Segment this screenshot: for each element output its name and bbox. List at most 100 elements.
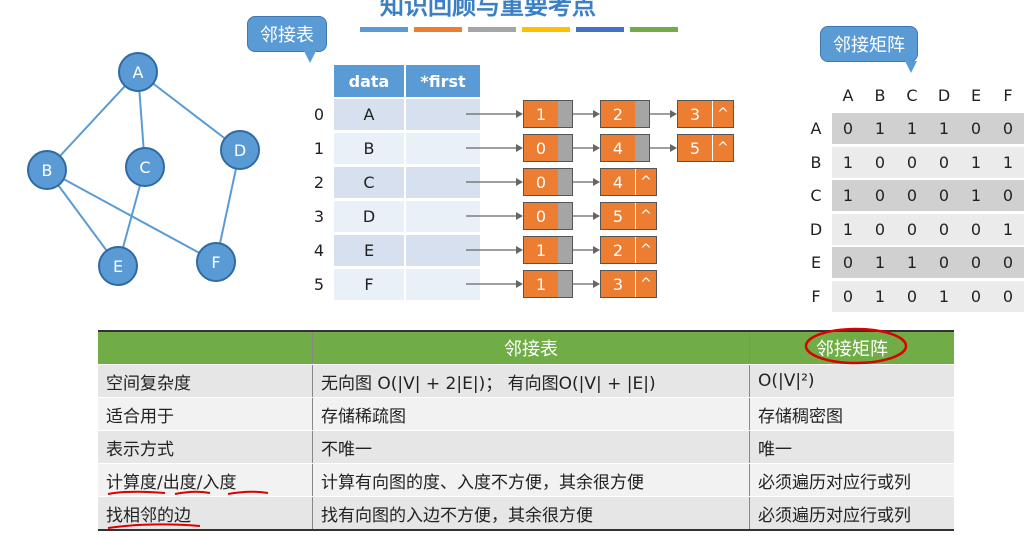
vertex-data-cell: A <box>334 99 404 130</box>
table-cell: 必须遍历对应行或列 <box>749 463 954 497</box>
matrix-cell: 1 <box>864 113 897 144</box>
edge-node-vertex: 3 <box>678 101 712 127</box>
arrow-head <box>670 110 677 118</box>
matrix-cell: 1 <box>928 280 961 312</box>
edge-node: 0 <box>523 168 573 196</box>
matrix-cell: 0 <box>864 213 897 245</box>
edge-node-vertex: 2 <box>601 101 635 127</box>
matrix-cell: 1 <box>928 113 961 144</box>
header-cell: 邻接矩阵 <box>749 331 954 365</box>
matrix-cell: 0 <box>960 280 993 312</box>
row-label: 表示方式 <box>98 430 313 464</box>
table-cell: 计算有向图的度、入度不方便，其余很方便 <box>312 463 750 497</box>
edge-node-vertex: 5 <box>601 203 635 229</box>
arrow-head <box>516 178 523 186</box>
matrix-cell: 0 <box>992 180 1025 211</box>
table-cell: 不唯一 <box>312 430 750 464</box>
edge-node: 1 <box>523 100 573 128</box>
matrix-cell: 0 <box>864 180 897 211</box>
arrow-head <box>593 110 600 118</box>
graph-vertex: C <box>125 147 165 187</box>
edge-node-vertex: 0 <box>524 135 558 161</box>
edge-node-vertex: 1 <box>524 271 558 297</box>
table-row: 适合用于 存储稀疏图 存储稠密图 <box>98 397 954 431</box>
table-cell: 无向图 O(|V| + 2|E|)； 有向图O(|V| + |E|) <box>312 364 750 398</box>
edge-node: 5 ^ <box>677 134 734 162</box>
matrix-cell: 1 <box>992 146 1025 178</box>
next-pointer <box>558 203 572 229</box>
graph-vertex: E <box>98 246 138 286</box>
graph-vertex: F <box>196 242 236 282</box>
edge-node: 3 ^ <box>677 100 734 128</box>
matrix-cell: 0 <box>928 146 961 178</box>
null-pointer: ^ <box>635 237 656 263</box>
row-index: 4 <box>313 241 325 260</box>
comparison-table: 邻接表 邻接矩阵 空间复杂度 无向图 O(|V| + 2|E|)； 有向图O(|… <box>98 330 954 531</box>
null-pointer: ^ <box>712 135 733 161</box>
matrix-cell: 0 <box>992 247 1025 278</box>
table-row: 计算度/出度/入度 计算有向图的度、入度不方便，其余很方便 必须遍历对应行或列 <box>98 463 954 497</box>
header-cell <box>98 331 313 365</box>
matrix-row-label: C <box>810 186 822 205</box>
next-pointer <box>558 101 572 127</box>
first-pointer-cell <box>406 269 480 300</box>
arrow-head <box>516 144 523 152</box>
table-cell: 唯一 <box>749 430 954 464</box>
matrix-cell: 0 <box>928 213 961 245</box>
matrix-cell: 1 <box>864 247 897 278</box>
arrow-head <box>516 280 523 288</box>
matrix-cell: 0 <box>864 146 897 178</box>
first-pointer-cell <box>406 133 480 164</box>
edge-node-vertex: 5 <box>678 135 712 161</box>
arrow-head <box>593 280 600 288</box>
stripe-segment <box>468 27 516 32</box>
matrix-cell: 0 <box>832 113 865 144</box>
adj-header-first: *first <box>406 65 480 97</box>
matrix-cell: 0 <box>992 113 1025 144</box>
edge-node: 4 <box>600 134 650 162</box>
null-pointer: ^ <box>635 203 656 229</box>
matrix-cell: 0 <box>896 280 929 312</box>
matrix-cell: 0 <box>896 213 929 245</box>
first-pointer-cell <box>406 99 480 130</box>
arrow-head <box>670 144 677 152</box>
edge-node: 3 ^ <box>600 270 657 298</box>
edge-node: 0 <box>523 202 573 230</box>
edge-node: 5 ^ <box>600 202 657 230</box>
adj-matrix-callout: 邻接矩阵 <box>820 26 918 73</box>
null-pointer: ^ <box>712 101 733 127</box>
graph-vertex: B <box>27 150 67 190</box>
next-pointer <box>558 237 572 263</box>
row-index: 2 <box>313 173 325 192</box>
matrix-col-label: D <box>937 86 951 105</box>
edge-node-vertex: 4 <box>601 135 635 161</box>
matrix-row-label: F <box>811 286 821 306</box>
first-pointer-cell <box>406 235 480 266</box>
vertex-data-cell: F <box>334 269 404 300</box>
matrix-cell: 1 <box>832 213 865 245</box>
edge-node-vertex: 3 <box>601 271 635 297</box>
stripe-segment <box>360 27 408 32</box>
row-index: 1 <box>313 139 325 158</box>
table-cell: O(|V|²) <box>749 364 954 398</box>
matrix-col-label: B <box>874 86 886 105</box>
matrix-col-label: F <box>1003 86 1013 105</box>
matrix-cell: 0 <box>928 247 961 278</box>
matrix-row-label: A <box>810 119 822 138</box>
matrix-row-label: D <box>809 219 823 239</box>
row-label: 适合用于 <box>98 397 313 431</box>
edge-node: 1 <box>523 270 573 298</box>
table-cell: 必须遍历对应行或列 <box>749 496 954 531</box>
matrix-cell: 1 <box>960 180 993 211</box>
header-cell: 邻接表 <box>312 331 750 365</box>
arrow-head <box>593 178 600 186</box>
edge-node: 2 <box>600 100 650 128</box>
matrix-col-label: C <box>906 86 918 105</box>
matrix-cell: 1 <box>832 180 865 211</box>
graph-vertex: A <box>118 52 158 92</box>
table-row: 找相邻的边 找有向图的入边不方便，其余很方便 必须遍历对应行或列 <box>98 496 954 531</box>
vertex-data-cell: D <box>334 201 404 232</box>
next-pointer <box>558 271 572 297</box>
row-label: 空间复杂度 <box>98 364 313 398</box>
matrix-cell: 1 <box>896 113 929 144</box>
